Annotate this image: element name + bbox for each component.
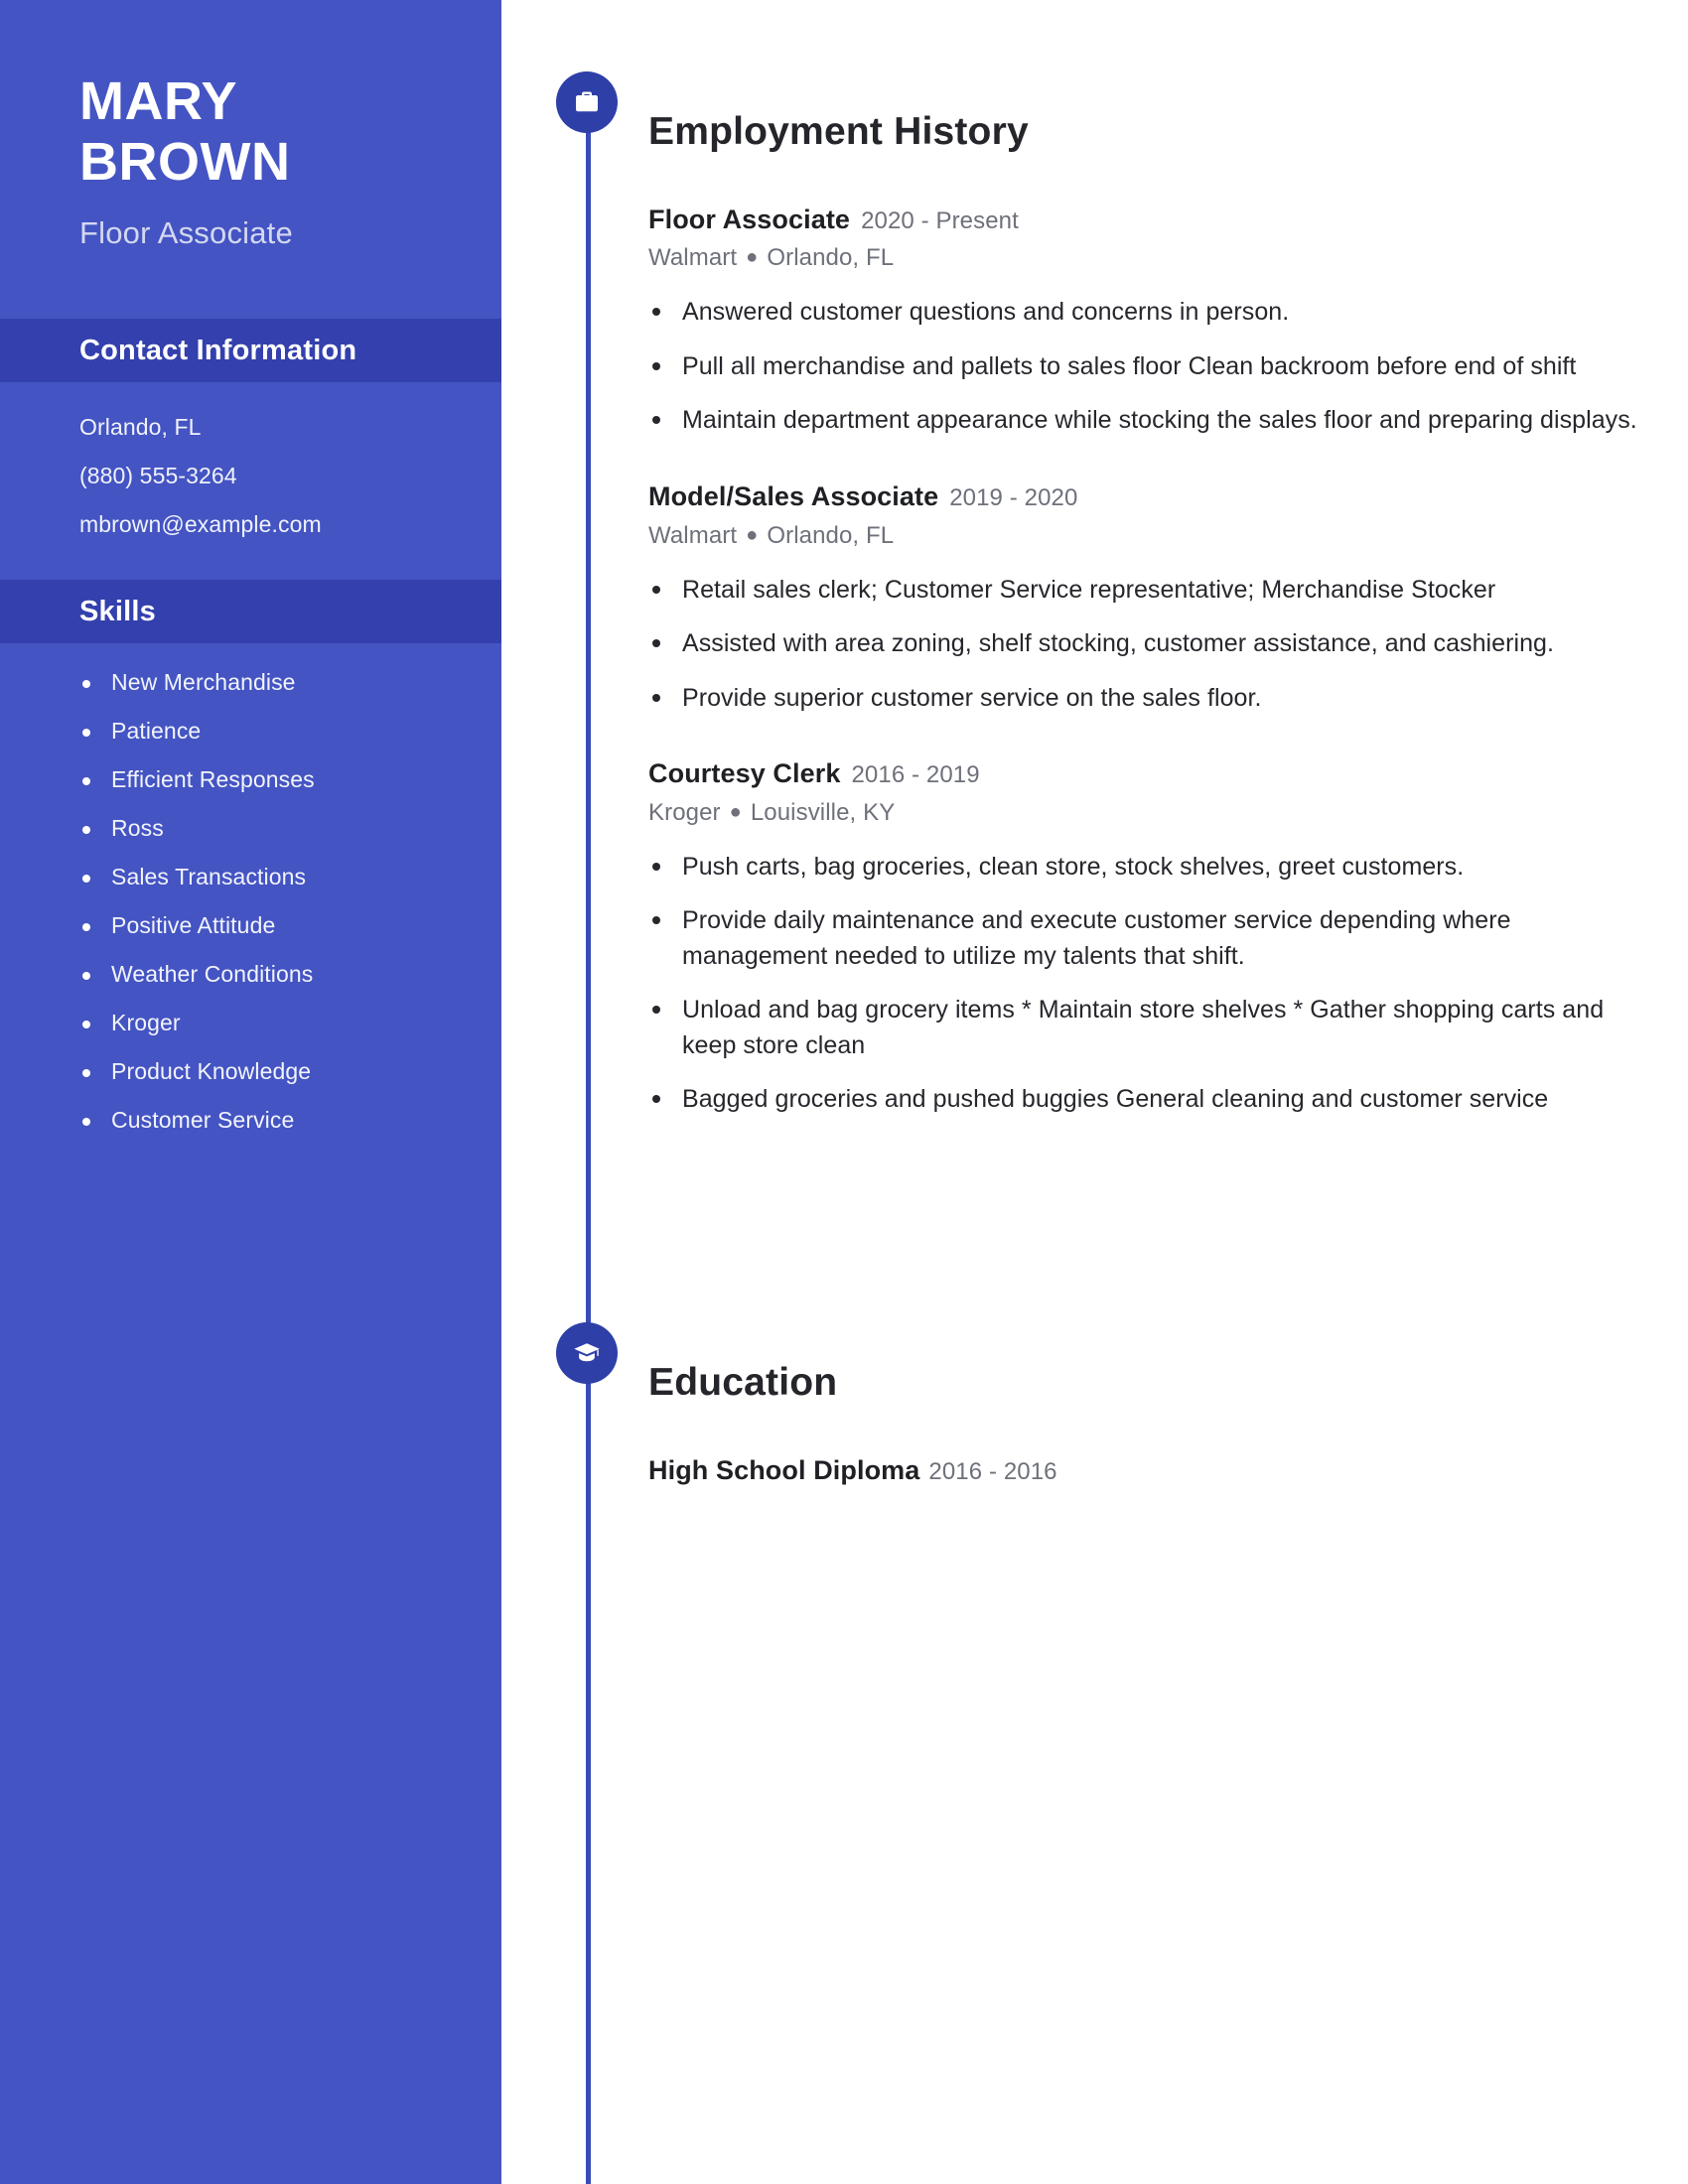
job-role: Model/Sales Associate: [648, 480, 939, 511]
first-name: MARY: [79, 71, 237, 131]
job-bullets: Retail sales clerk; Customer Service rep…: [648, 573, 1653, 717]
job-dates: 2020 - Present: [861, 206, 1019, 234]
job-entry: Floor Associate 2020 - Present Walmart ● Or…: [648, 204, 1653, 439]
contact-section-title: Contact Information: [79, 334, 357, 366]
contact-location: Orlando, FL: [79, 414, 202, 441]
list-item: Kroger: [79, 1012, 501, 1034]
education-entry: High School Diploma 2016 - 2016: [648, 1454, 1653, 1488]
education-title: Education: [648, 1361, 838, 1405]
list-item: Weather Conditions: [79, 963, 501, 986]
education-dates: 2016 - 2016: [928, 1457, 1057, 1485]
skills-section-header: Skills: [0, 580, 501, 644]
list-item: Sales Transactions: [79, 866, 501, 888]
job-company: Walmart: [648, 244, 738, 272]
meta-separator-dot: ●: [746, 246, 759, 269]
list-item: Retail sales clerk; Customer Service rep…: [648, 573, 1653, 609]
employment-history-section: Employment History Floor Associate 2020 -…: [556, 71, 1653, 1118]
list-item: Provide superior customer service on the…: [648, 681, 1653, 717]
headline-job-title: Floor Associate: [79, 215, 293, 251]
list-item: Pull all merchandise and pallets to sale…: [648, 349, 1653, 385]
list-item: New Merchandise: [79, 671, 501, 694]
job-company: Walmart: [648, 521, 738, 549]
contact-list: Orlando, FL (880) 555-3264 mbrown@exampl…: [0, 382, 501, 536]
resume-page: MARY BROWN Floor Associate Contact Infor…: [0, 0, 1688, 2184]
job-role: Courtesy Clerk: [648, 758, 841, 789]
job-location: Orlando, FL: [767, 521, 895, 549]
job-bullets: Answered customer questions and concerns…: [648, 295, 1653, 439]
employment-jobs: Floor Associate 2020 - Present Walmart ● Or…: [648, 184, 1653, 1118]
job-meta: Kroger ● Louisville, KY: [648, 798, 1653, 828]
contact-phone: (880) 555-3264: [79, 463, 237, 489]
contact-email: mbrown@example.com: [79, 511, 322, 538]
education-section: Education High School Diploma 2016 - 2016: [556, 1322, 1653, 1487]
education-degree: High School Diploma: [648, 1454, 920, 1485]
job-location: Orlando, FL: [767, 244, 895, 272]
main-content: Employment History Floor Associate 2020 -…: [556, 0, 1688, 2184]
graduation-cap-icon: [556, 1322, 618, 1384]
list-item: Efficient Responses: [79, 768, 501, 791]
list-item: Push carts, bag groceries, clean store, …: [648, 850, 1653, 886]
list-item: Provide daily maintenance and execute cu…: [648, 903, 1653, 974]
job-location: Louisville, KY: [750, 798, 896, 826]
contact-section-header: Contact Information: [0, 319, 501, 383]
list-item: Positive Attitude: [79, 914, 501, 937]
job-header: Courtesy Clerk 2016 - 2019: [648, 757, 1653, 791]
job-entry: Courtesy Clerk 2016 - 2019 Kroger ● Louisvi…: [648, 757, 1653, 1118]
job-header: Floor Associate 2020 - Present: [648, 204, 1653, 237]
sidebar: MARY BROWN Floor Associate Contact Infor…: [0, 0, 501, 2184]
job-meta: Walmart ● Orlando, FL: [648, 243, 1653, 273]
skills-section-title: Skills: [79, 595, 156, 627]
list-item: Product Knowledge: [79, 1060, 501, 1083]
meta-separator-dot: ●: [729, 800, 742, 823]
job-dates: 2019 - 2020: [949, 483, 1078, 511]
skills-list: New Merchandise Patience Efficient Respo…: [0, 643, 501, 1132]
briefcase-icon: [556, 71, 618, 133]
employment-history-title: Employment History: [648, 110, 1029, 154]
list-item: Patience: [79, 720, 501, 743]
list-item: Bagged groceries and pushed buggies Gene…: [648, 1082, 1653, 1118]
list-item: Unload and bag grocery items * Maintain …: [648, 993, 1653, 1063]
job-dates: 2016 - 2019: [851, 761, 980, 789]
list-item: Answered customer questions and concerns…: [648, 295, 1653, 331]
job-bullets: Push carts, bag groceries, clean store, …: [648, 850, 1653, 1118]
job-header: Model/Sales Associate 2019 - 2020: [648, 480, 1653, 514]
meta-separator-dot: ●: [746, 523, 759, 546]
list-item: Customer Service: [79, 1109, 501, 1132]
job-meta: Walmart ● Orlando, FL: [648, 521, 1653, 551]
name-block: MARY BROWN Floor Associate: [0, 0, 501, 251]
list-item: Maintain department appearance while sto…: [648, 403, 1653, 439]
education-entries: High School Diploma 2016 - 2016: [648, 1434, 1653, 1488]
last-name: BROWN: [79, 132, 291, 193]
job-entry: Model/Sales Associate 2019 - 2020 Walmart…: [648, 480, 1653, 716]
job-company: Kroger: [648, 798, 721, 826]
list-item: Assisted with area zoning, shelf stockin…: [648, 626, 1653, 662]
job-role: Floor Associate: [648, 204, 851, 234]
list-item: Ross: [79, 817, 501, 840]
